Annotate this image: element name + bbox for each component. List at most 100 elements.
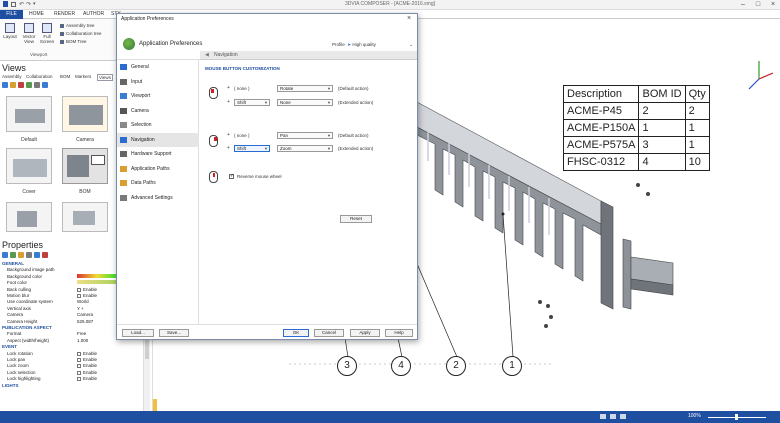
expand-icon[interactable] bbox=[34, 252, 40, 258]
tab-collaboration[interactable]: Collaboration bbox=[26, 74, 53, 79]
l-bracket-part[interactable] bbox=[622, 238, 674, 310]
right-modifier-select[interactable]: Shift ▼ bbox=[234, 145, 270, 152]
bom-tree-checkbox[interactable]: BOM Tree bbox=[60, 39, 87, 44]
bom-row[interactable]: ACME-P150A 1 1 bbox=[562, 119, 710, 137]
bom-row[interactable]: ACME-P45 2 2 bbox=[562, 102, 710, 120]
tab-markers[interactable]: Markers bbox=[75, 74, 91, 79]
property-value-text: 1.000 bbox=[77, 337, 89, 343]
left-modifier-select[interactable]: Shift ▼ bbox=[234, 99, 270, 106]
left-extended-action-select[interactable]: None ▼ bbox=[277, 99, 333, 106]
property-checkbox[interactable] bbox=[77, 287, 81, 292]
left-default-action-select[interactable]: Rotate ▼ bbox=[277, 85, 333, 92]
sort-categorized-icon[interactable] bbox=[2, 252, 8, 258]
property-checkbox[interactable] bbox=[77, 364, 81, 369]
reset-button[interactable]: Reset bbox=[340, 215, 372, 223]
tab-author[interactable]: AUTHOR bbox=[79, 10, 108, 19]
bom-cell: 10 bbox=[684, 153, 710, 171]
nav-item-viewport[interactable]: Viewport bbox=[117, 89, 199, 103]
preferences-content: ◀ Navigation MOUSE BUTTON CUSTOMIZATION … bbox=[200, 51, 417, 324]
tab-file[interactable]: FILE bbox=[0, 10, 23, 19]
render-mode-icon[interactable] bbox=[620, 414, 626, 419]
delete-view-icon[interactable] bbox=[18, 82, 24, 88]
nav-item-selection[interactable]: Selection bbox=[117, 118, 199, 132]
chevron-down-icon: ▼ bbox=[264, 100, 268, 105]
help-button[interactable]: Help bbox=[385, 329, 413, 337]
filter-icon[interactable] bbox=[18, 252, 24, 258]
apply-button[interactable]: Apply bbox=[350, 329, 380, 337]
cancel-button[interactable]: Cancel bbox=[314, 329, 344, 337]
save-button[interactable]: Save... bbox=[159, 329, 189, 337]
nav-item-navigation[interactable]: Navigation bbox=[117, 132, 199, 147]
ok-button[interactable]: OK bbox=[283, 329, 309, 337]
vector-view-button[interactable]: Vector View bbox=[21, 23, 37, 44]
nav-item-input[interactable]: Input bbox=[117, 75, 199, 89]
bom-row[interactable]: ACME-P575A 3 1 bbox=[562, 136, 710, 154]
tab-bom[interactable]: BOM bbox=[60, 74, 70, 79]
view-thumbnail-camera[interactable] bbox=[62, 96, 108, 132]
property-checkbox[interactable] bbox=[77, 294, 81, 298]
view-settings-icon[interactable] bbox=[34, 82, 40, 88]
balloon-3[interactable]: 3 bbox=[337, 356, 357, 376]
zoom-window-icon[interactable] bbox=[610, 414, 616, 419]
balloon-4[interactable]: 4 bbox=[391, 356, 411, 376]
assembly-tree-checkbox[interactable]: Assembly tree bbox=[60, 23, 95, 28]
property-checkbox[interactable] bbox=[77, 358, 81, 362]
property-checkbox[interactable] bbox=[77, 370, 81, 375]
full-screen-button[interactable]: Full Screen bbox=[39, 23, 55, 44]
link-view-icon[interactable] bbox=[26, 82, 32, 88]
load-button[interactable]: Load... bbox=[122, 329, 154, 337]
profile-dropdown-icon[interactable]: ⌄ bbox=[409, 42, 413, 48]
view-thumbnail-bom[interactable] bbox=[62, 148, 108, 184]
profile-selector[interactable]: Profile ➤ High quality bbox=[332, 42, 376, 48]
property-checkbox[interactable] bbox=[77, 377, 81, 382]
dialog-close-icon[interactable]: × bbox=[404, 14, 414, 24]
nav-item-advanced-settings[interactable]: Advanced Settings bbox=[117, 191, 199, 205]
bom-table[interactable]: Description BOM ID Qty ACME-P45 2 2 ACME-P150A… bbox=[562, 85, 710, 171]
collapse-icon[interactable] bbox=[42, 252, 48, 258]
minimize-icon[interactable]: – bbox=[736, 0, 750, 10]
right-default-action-select[interactable]: Pan ▼ bbox=[277, 132, 333, 139]
layout-button[interactable]: Layout bbox=[2, 23, 18, 39]
collapse-triangle-icon[interactable]: ◀ bbox=[205, 51, 209, 60]
view-thumbnail-5[interactable] bbox=[6, 202, 52, 232]
chevron-down-icon: ▼ bbox=[327, 100, 331, 105]
tab-home[interactable]: HOME bbox=[25, 10, 48, 19]
assembly-tree-label: Assembly tree bbox=[66, 23, 95, 28]
property-value-text: 525.087 bbox=[77, 318, 94, 324]
bom-row[interactable]: FHSC-0312 4 10 bbox=[562, 153, 710, 171]
property-value-text: Y + bbox=[77, 305, 84, 311]
nav-item-general[interactable]: General bbox=[117, 60, 199, 74]
property-category[interactable]: LIGHTS bbox=[0, 383, 143, 389]
nav-item-camera[interactable]: Camera bbox=[117, 104, 199, 118]
left-extended-action-value: None bbox=[280, 100, 291, 105]
nav-item-data-paths[interactable]: Data Paths bbox=[117, 176, 199, 190]
sort-alpha-icon[interactable] bbox=[10, 252, 16, 258]
new-view-icon[interactable] bbox=[2, 82, 8, 88]
fit-view-icon[interactable] bbox=[600, 414, 606, 419]
properties-panel-title: Properties bbox=[2, 240, 44, 250]
view-thumbnail-cover[interactable] bbox=[6, 148, 52, 184]
nav-item-application-paths[interactable]: Application Paths bbox=[117, 162, 199, 176]
balloon-2[interactable]: 2 bbox=[446, 356, 466, 376]
reverse-wheel-checkbox[interactable] bbox=[229, 173, 234, 179]
tab-assembly[interactable]: Assembly bbox=[2, 74, 22, 79]
right-default-action-value: Pan bbox=[280, 133, 289, 138]
dialog-footer: Load... Save... OK Cancel Apply Help bbox=[117, 324, 417, 340]
tab-views[interactable]: Views bbox=[97, 74, 113, 81]
preferences-nav: General Input Viewport Camera Selection Navig… bbox=[117, 60, 199, 324]
zoom-slider-thumb[interactable] bbox=[735, 414, 738, 420]
collaboration-tree-checkbox[interactable]: Collaboration tree bbox=[60, 31, 102, 36]
nav-item-hardware-support[interactable]: Hardware Support bbox=[117, 147, 199, 161]
tab-render[interactable]: RENDER bbox=[50, 10, 79, 19]
bom-cell: 2 bbox=[638, 102, 686, 120]
refresh-icon[interactable] bbox=[26, 252, 32, 258]
close-icon[interactable]: × bbox=[766, 0, 780, 10]
maximize-icon[interactable]: □ bbox=[751, 0, 765, 10]
play-views-icon[interactable] bbox=[42, 82, 48, 88]
property-checkbox[interactable] bbox=[77, 351, 81, 356]
view-thumbnail-default[interactable] bbox=[6, 96, 52, 132]
right-extended-action-select[interactable]: Zoom ▼ bbox=[277, 145, 333, 152]
view-thumbnail-6[interactable] bbox=[62, 202, 108, 232]
balloon-1[interactable]: 1 bbox=[502, 356, 522, 376]
update-view-icon[interactable] bbox=[10, 82, 16, 88]
